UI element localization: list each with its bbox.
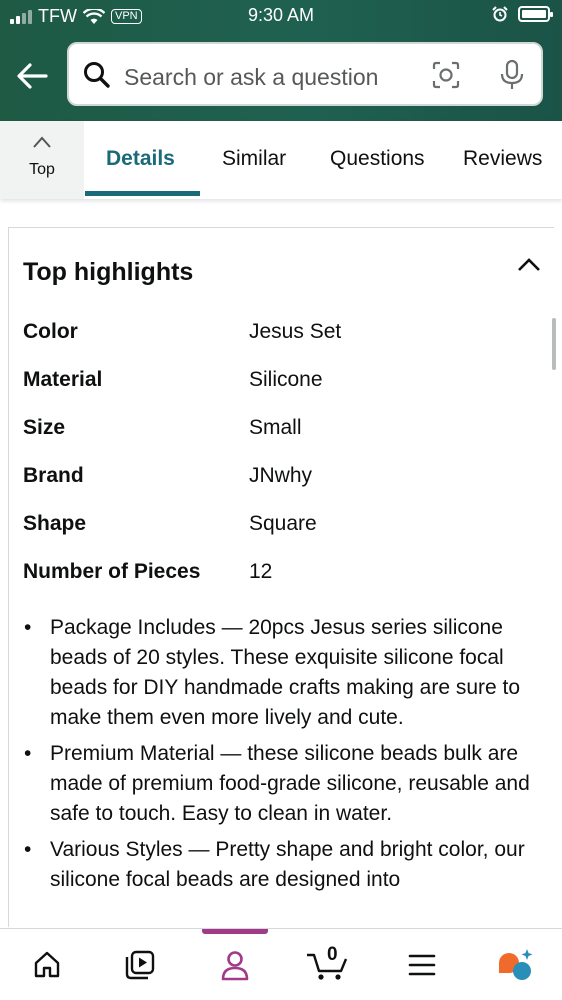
home-icon[interactable] <box>32 949 62 979</box>
spec-value: JNwhy <box>249 464 313 487</box>
app-header: TFW VPN 9:30 AM Search or ask a question <box>0 0 562 121</box>
back-arrow-icon[interactable] <box>14 58 50 94</box>
spec-label: Number of Pieces <box>23 560 201 583</box>
status-bar: TFW VPN 9:30 AM <box>0 0 562 32</box>
chevron-up-icon <box>33 136 51 148</box>
clock: 9:30 AM <box>247 5 315 25</box>
spec-row-size: Size Small <box>0 416 562 446</box>
search-input[interactable]: Search or ask a question <box>124 64 378 91</box>
active-tab-indicator <box>85 191 200 196</box>
tab-similar[interactable]: Similar <box>222 147 286 171</box>
bottom-nav <box>0 928 562 1000</box>
feature-bullet: Various Styles — Pretty shape and bright… <box>22 835 542 895</box>
alarm-icon <box>492 6 508 22</box>
tab-bar: Top Details Similar Questions Reviews <box>0 121 562 199</box>
active-nav-indicator <box>202 929 268 934</box>
feature-bullets: Package Includes — 20pcs Jesus series si… <box>22 613 542 901</box>
tab-reviews[interactable]: Reviews <box>463 147 542 171</box>
spec-value: 12 <box>249 560 273 583</box>
search-icon <box>84 62 110 88</box>
spec-label: Color <box>23 320 78 343</box>
section-title: Top highlights <box>23 258 194 286</box>
cart-count: 0 <box>327 944 338 965</box>
spec-row-shape: Shape Square <box>0 512 562 542</box>
feature-bullet: Premium Material — these silicone beads … <box>22 739 542 829</box>
spec-row-color: Color Jesus Set <box>0 320 562 350</box>
menu-icon[interactable] <box>408 953 436 977</box>
account-icon[interactable] <box>220 949 250 981</box>
collapse-chevron-icon[interactable] <box>516 256 542 274</box>
section-divider <box>8 227 554 228</box>
search-bar[interactable]: Search or ask a question <box>67 42 543 106</box>
video-icon[interactable] <box>124 949 156 981</box>
camera-search-icon[interactable] <box>431 60 461 90</box>
ai-assistant-icon[interactable] <box>496 947 534 983</box>
spec-row-material: Material Silicone <box>0 368 562 398</box>
tab-details[interactable]: Details <box>106 147 175 171</box>
spec-value: Jesus Set <box>249 320 342 343</box>
spec-row-brand: Brand JNwhy <box>0 464 562 494</box>
battery-icon <box>518 6 553 22</box>
microphone-icon[interactable] <box>499 59 525 91</box>
back-to-top-label: Top <box>29 161 55 178</box>
spec-value: Silicone <box>249 368 323 391</box>
spec-label: Shape <box>23 512 87 535</box>
spec-value: Small <box>249 416 302 439</box>
feature-bullet: Package Includes — 20pcs Jesus series si… <box>22 613 542 733</box>
spec-label: Size <box>23 416 66 439</box>
spec-value: Square <box>249 512 317 535</box>
spec-row-number-of-pieces: Number of Pieces 12 <box>0 560 562 590</box>
spec-label: Material <box>23 368 103 391</box>
back-to-top-button[interactable]: Top <box>0 121 84 199</box>
tab-questions[interactable]: Questions <box>330 147 425 171</box>
spec-label: Brand <box>23 464 84 487</box>
